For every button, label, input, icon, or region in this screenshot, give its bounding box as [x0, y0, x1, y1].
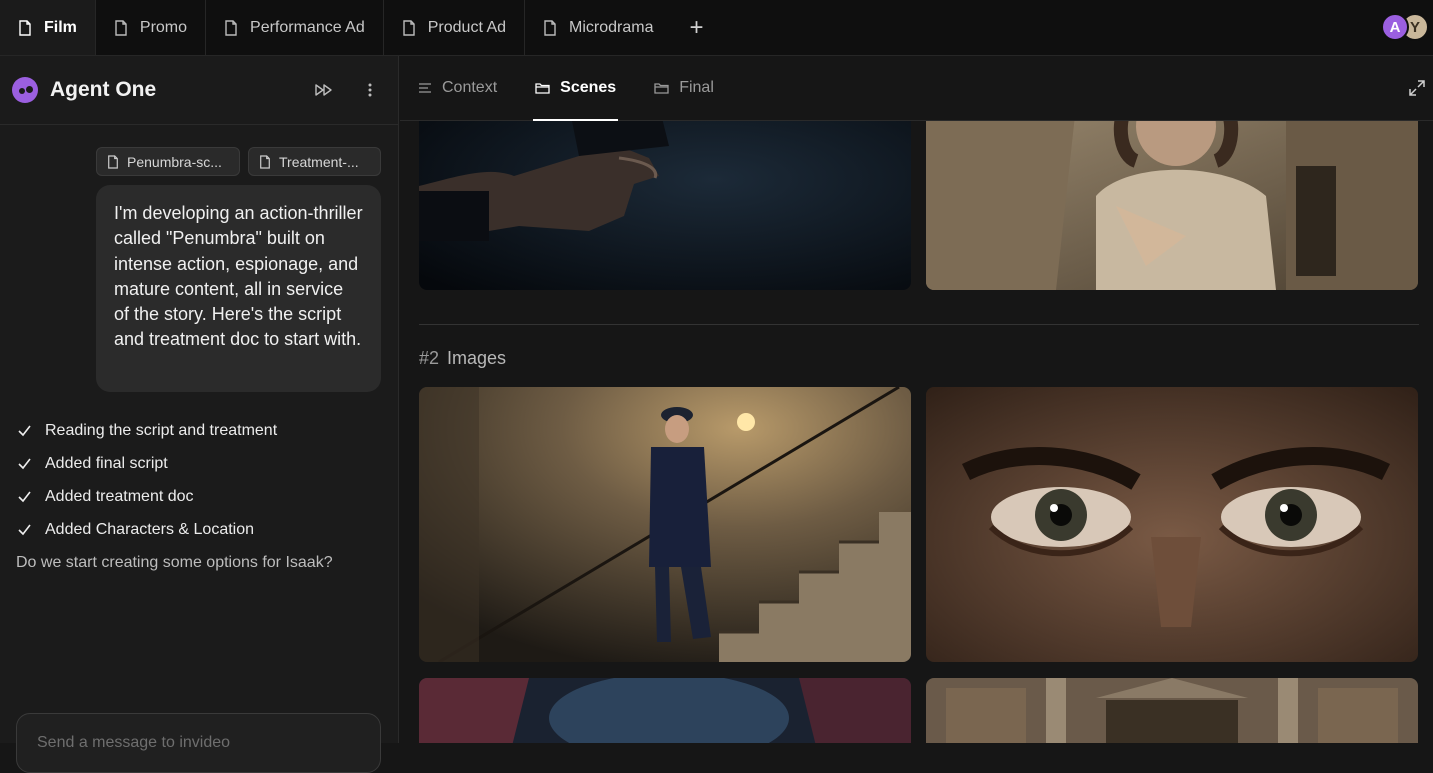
document-icon — [225, 19, 237, 36]
agent-logo-icon — [12, 77, 38, 103]
tab-microdrama[interactable]: Microdrama — [525, 0, 671, 55]
attachments: Penumbra-sc... Treatment-... — [96, 147, 381, 176]
tab-promo[interactable]: Promo — [96, 0, 207, 55]
tab-label: Performance Ad — [250, 18, 365, 36]
list-item: Added final script — [18, 447, 277, 480]
checklist-text: Added final script — [45, 454, 168, 472]
tab-film[interactable]: Film — [0, 0, 96, 55]
scene-image-cathedral[interactable] — [926, 678, 1418, 743]
tab-final[interactable]: Final — [652, 56, 716, 120]
document-icon — [115, 19, 127, 36]
tab-product-ad[interactable]: Product Ad — [384, 0, 526, 55]
top-tab-bar: Film Promo Performance Ad Product Ad Mic… — [0, 0, 1433, 56]
attachment-chip[interactable]: Penumbra-sc... — [96, 147, 240, 176]
checkmark-icon — [18, 491, 31, 503]
tab-label: Final — [679, 79, 714, 96]
tab-label: Film — [44, 18, 77, 36]
user-message-bubble: I'm developing an action-thriller called… — [96, 185, 381, 392]
chat-header: Agent One — [0, 56, 398, 125]
tab-label: Microdrama — [569, 18, 654, 36]
checkmark-icon — [18, 524, 31, 536]
document-icon — [19, 19, 31, 36]
scene-image-hand-gun[interactable] — [419, 106, 911, 290]
attachment-name: Treatment-... — [279, 153, 359, 170]
chat-panel: Agent One Penumbra-sc... Treatment-... I… — [0, 56, 399, 773]
scene-image-girl-reaching[interactable] — [926, 106, 1418, 290]
main-content: Context Scenes Final #2 Images — [400, 56, 1433, 743]
message-input[interactable]: Send a message to invideo — [16, 713, 381, 773]
tab-scenes[interactable]: Scenes — [533, 56, 619, 121]
checkmark-icon — [18, 425, 31, 437]
attachment-name: Penumbra-sc... — [127, 153, 222, 170]
section-divider — [419, 324, 1419, 325]
checklist-text: Added Characters & Location — [45, 520, 255, 538]
tab-label: Context — [442, 79, 498, 96]
section-number: #2 — [419, 348, 440, 368]
folder-icon — [654, 83, 669, 94]
tab-performance-ad[interactable]: Performance Ad — [206, 0, 384, 55]
attachment-chip[interactable]: Treatment-... — [248, 147, 381, 176]
avatar[interactable]: A — [1381, 13, 1409, 41]
assistant-message: Do we start creating some options for Is… — [16, 554, 333, 571]
folder-icon — [535, 83, 550, 94]
section-title: Images — [447, 348, 507, 368]
scene-image-man-on-stairs[interactable] — [419, 387, 911, 662]
expand-icon[interactable] — [1407, 78, 1427, 98]
add-tab-button[interactable]: + — [672, 0, 722, 55]
section-heading: #2 Images — [419, 348, 506, 369]
view-tabs: Context Scenes Final — [400, 56, 1433, 121]
document-icon — [108, 154, 118, 169]
checkmark-icon — [18, 458, 31, 470]
list-item: Added Characters & Location — [18, 513, 277, 546]
collaborator-avatars: A Y — [1381, 13, 1429, 41]
lines-icon — [419, 83, 431, 93]
scene-image-eyes-closeup[interactable] — [926, 387, 1418, 662]
tab-context[interactable]: Context — [416, 56, 499, 120]
document-icon — [403, 19, 415, 36]
fast-forward-icon[interactable] — [308, 74, 340, 106]
tab-label: Scenes — [560, 79, 617, 96]
list-item: Reading the script and treatment — [18, 414, 277, 447]
checklist-text: Added treatment doc — [45, 487, 194, 505]
progress-checklist: Reading the script and treatment Added f… — [18, 414, 277, 546]
tab-label: Product Ad — [427, 18, 507, 36]
tab-label: Promo — [139, 18, 188, 36]
document-icon — [260, 154, 270, 169]
agent-name: Agent One — [50, 78, 157, 101]
document-icon — [544, 19, 556, 36]
more-options-icon[interactable] — [354, 74, 386, 106]
checklist-text: Reading the script and treatment — [45, 421, 278, 439]
list-item: Added treatment doc — [18, 480, 277, 513]
scene-image-underwater[interactable] — [419, 678, 911, 743]
